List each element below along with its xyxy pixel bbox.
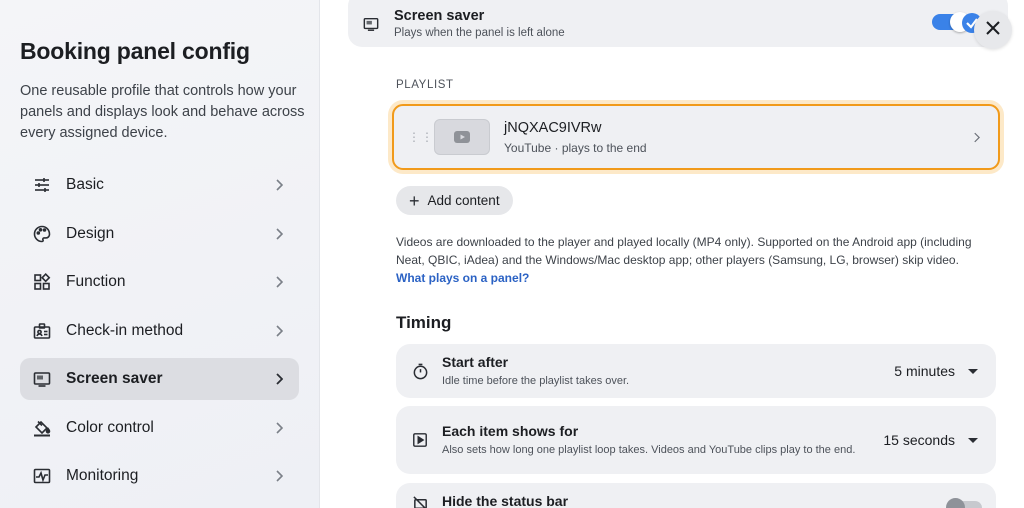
- playlist-item-subtitle: YouTube · plays to the end: [504, 140, 647, 155]
- sidebar-item-label: Screen saver: [66, 370, 163, 387]
- screen-saver-panel: Screen saver Plays when the panel is lef…: [320, 0, 1024, 508]
- hide-status-bar-toggle[interactable]: [946, 498, 982, 508]
- close-icon: [986, 20, 1000, 40]
- each-item-value: 15 seconds: [883, 432, 955, 448]
- screen-saver-title: Screen saver: [394, 8, 485, 24]
- each-item-subtitle: Also sets how long one playlist loop tak…: [442, 443, 856, 456]
- apps-icon: [32, 272, 52, 292]
- add-content-button[interactable]: + Add content: [396, 186, 513, 215]
- status-bar-off-icon: [410, 493, 430, 508]
- chevron-right-icon: [273, 227, 285, 240]
- start-after-subtitle: Idle time before the playlist takes over…: [442, 374, 630, 387]
- chevron-right-icon: [273, 421, 285, 434]
- config-sidebar: Booking panel config One reusable profil…: [0, 0, 320, 508]
- sidebar-item-label: Check-in method: [66, 321, 184, 339]
- drag-handle-icon[interactable]: ⋮⋮: [408, 131, 433, 143]
- paint-bucket-icon: [32, 418, 52, 438]
- chevron-right-icon: [273, 324, 285, 337]
- sidebar-item-monitoring[interactable]: Monitoring: [20, 455, 299, 497]
- play-box-icon: [410, 430, 430, 450]
- page-description: One reusable profile that controls how y…: [20, 83, 305, 141]
- what-plays-link[interactable]: What plays on a panel?: [396, 271, 529, 285]
- playlist-item-title: jNQXAC9IVRw: [504, 119, 602, 136]
- sidebar-item-label: Color control: [66, 418, 154, 436]
- each-item-title: Each item shows for: [442, 422, 579, 439]
- page-title: Booking panel config: [20, 38, 250, 64]
- chevron-right-icon: [273, 470, 285, 482]
- each-item-select[interactable]: 15 seconds: [883, 432, 978, 448]
- sidebar-item-color-control[interactable]: Color control: [20, 407, 299, 449]
- sidebar-item-check-in-method[interactable]: Check-in method: [20, 310, 299, 352]
- start-after-row: Start after Idle time before the playlis…: [396, 344, 996, 398]
- hide-status-bar-title: Hide the status bar: [442, 493, 569, 508]
- sidebar-item-design[interactable]: Design: [20, 213, 299, 255]
- chevron-right-icon: [273, 276, 285, 288]
- start-after-select[interactable]: 5 minutes: [894, 363, 978, 379]
- sidebar-item-screen-saver[interactable]: Screen saver: [20, 358, 299, 400]
- timer-icon: [410, 361, 430, 381]
- chevron-right-icon: [273, 179, 285, 191]
- caret-down-icon: [968, 437, 978, 443]
- screen-saver-toggle-card: Screen saver Plays when the panel is lef…: [348, 0, 1008, 47]
- play-icon: [454, 131, 470, 143]
- chevron-right-icon: [273, 373, 285, 385]
- info-text: Videos are downloaded to the player and …: [396, 235, 972, 267]
- sidebar-item-label: Monitoring: [66, 467, 139, 484]
- playlist-label: PLAYLIST: [396, 79, 454, 91]
- monitor-icon: [32, 369, 52, 389]
- sidebar-item-label: Function: [66, 273, 126, 290]
- caret-down-icon: [968, 368, 978, 374]
- start-after-value: 5 minutes: [894, 363, 955, 379]
- sidebar-item-label: Basic: [66, 176, 104, 193]
- sliders-icon: [32, 175, 52, 195]
- sidebar-item-label: Design: [66, 224, 115, 242]
- sidebar-item-function[interactable]: Function: [20, 261, 299, 303]
- sidebar-nav: Basic Design Function Check-in method Sc…: [20, 164, 299, 504]
- monitor-icon: [362, 15, 380, 33]
- palette-icon: [32, 224, 52, 244]
- playlist-item[interactable]: ⋮⋮ jNQXAC9IVRw YouTube · plays to the en…: [392, 104, 1000, 170]
- screen-saver-subtitle: Plays when the panel is left alone: [394, 27, 565, 39]
- chevron-right-icon: [970, 131, 982, 143]
- close-button[interactable]: [974, 11, 1012, 49]
- sidebar-item-basic[interactable]: Basic: [20, 164, 299, 206]
- youtube-thumbnail: [434, 119, 490, 155]
- each-item-row: Each item shows for Also sets how long o…: [396, 406, 996, 474]
- badge-icon: [32, 321, 52, 341]
- timing-section-title: Timing: [396, 313, 452, 332]
- add-content-label: Add content: [427, 193, 500, 208]
- hide-status-bar-row: Hide the status bar: [396, 483, 996, 508]
- plus-icon: +: [409, 190, 420, 211]
- video-support-info: Videos are downloaded to the player and …: [396, 233, 986, 287]
- activity-monitor-icon: [32, 466, 52, 486]
- start-after-title: Start after: [442, 353, 509, 370]
